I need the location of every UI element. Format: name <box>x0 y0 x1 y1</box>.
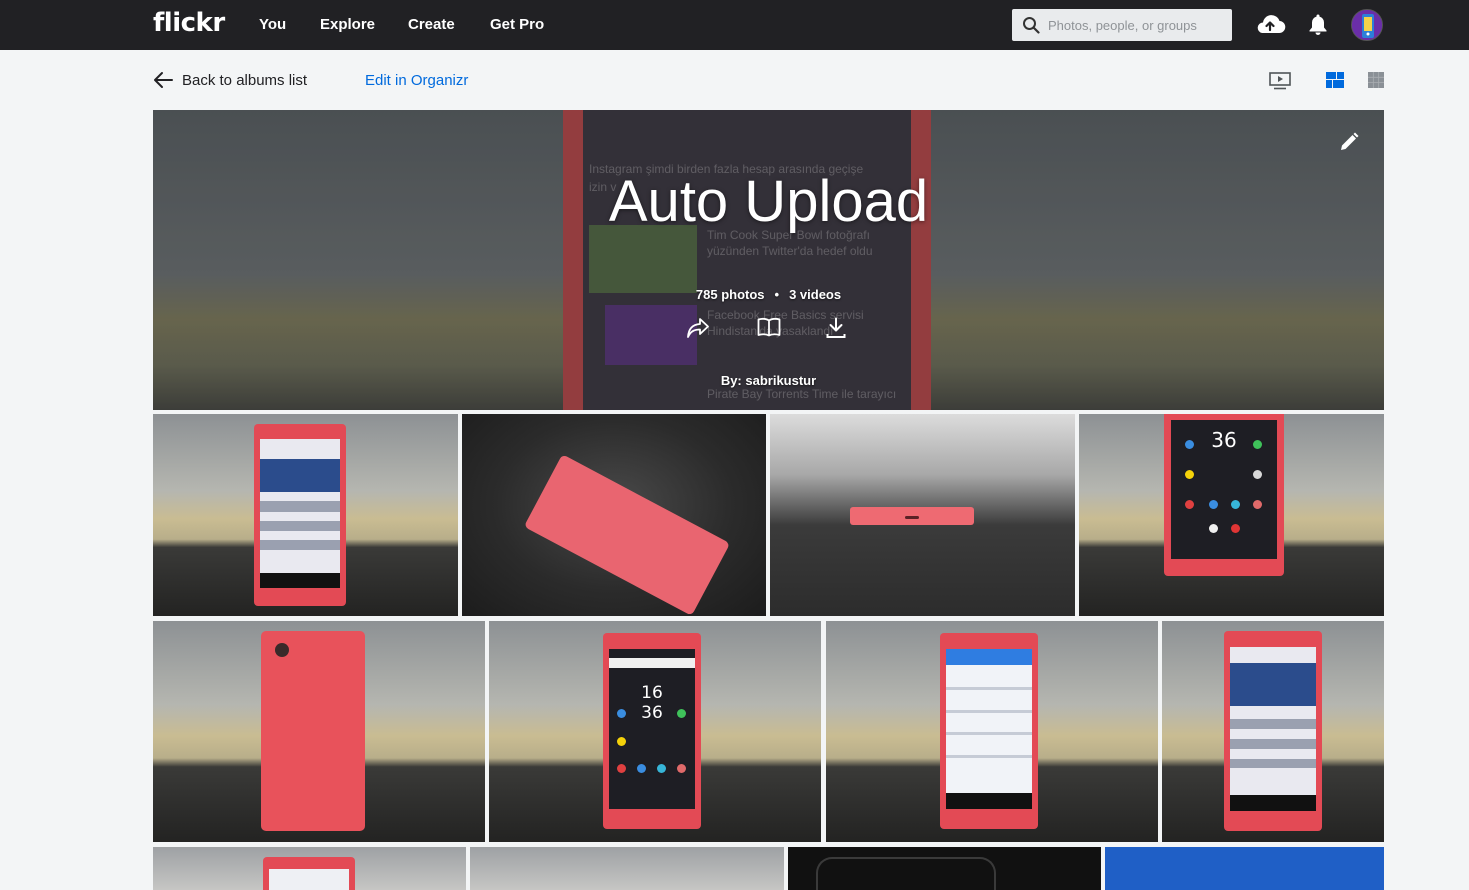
share-icon[interactable] <box>686 317 710 339</box>
video-count: 3 videos <box>789 287 842 302</box>
phone-shape <box>263 857 355 890</box>
grid-view-icon[interactable] <box>1368 72 1384 88</box>
photo-thumbnail[interactable]: 16 36 <box>489 621 821 842</box>
avatar-image-icon <box>1352 10 1382 40</box>
photo-thumbnail[interactable] <box>462 414 766 616</box>
book-icon[interactable] <box>757 317 781 337</box>
phone-shape <box>940 633 1038 829</box>
photo-thumbnail[interactable] <box>1105 847 1384 890</box>
stats-separator: • <box>774 287 780 302</box>
phone-shape <box>1224 631 1322 831</box>
photo-thumbnail[interactable] <box>470 847 784 890</box>
search-box <box>1012 9 1232 41</box>
photo-count: 785 photos <box>695 287 765 302</box>
nav-get-pro[interactable]: Get Pro <box>490 16 544 33</box>
back-to-albums-label: Back to albums list <box>182 71 308 89</box>
search-input[interactable] <box>1048 9 1228 41</box>
upload-cloud-icon[interactable] <box>1254 12 1286 36</box>
edit-in-organizr-link[interactable]: Edit in Organizr <box>365 72 468 89</box>
photo-thumbnail[interactable] <box>826 621 1158 842</box>
photo-thumbnail[interactable] <box>770 414 1075 616</box>
arrow-left-icon <box>154 72 173 88</box>
flickr-logo[interactable]: flickr <box>153 8 225 38</box>
top-navigation-bar: flickr You Explore Create Get Pro <box>0 0 1469 50</box>
album-title: Auto Upload <box>608 169 929 234</box>
phone-shape <box>523 454 731 616</box>
photo-thumbnail[interactable] <box>153 847 466 890</box>
notifications-bell-icon[interactable] <box>1308 13 1328 36</box>
download-icon[interactable] <box>826 317 846 339</box>
nav-create[interactable]: Create <box>408 16 455 33</box>
album-cover: Instagram şimdi birden fazla hesap arası… <box>153 110 1384 410</box>
phone-shape <box>254 424 346 606</box>
nav-explore[interactable]: Explore <box>320 16 375 33</box>
photo-thumbnail[interactable] <box>153 414 458 616</box>
phone-shape <box>261 631 365 831</box>
photo-thumbnail[interactable]: 36 <box>1079 414 1384 616</box>
back-to-albums-link[interactable]: Back to albums list <box>153 70 307 90</box>
phone-shape: 36 <box>1164 414 1284 576</box>
nav-you[interactable]: You <box>259 16 286 33</box>
slideshow-icon[interactable] <box>1269 72 1291 90</box>
phone-shape: 16 36 <box>603 633 701 829</box>
photo-thumbnail[interactable] <box>153 621 485 842</box>
pencil-edit-icon[interactable] <box>1339 132 1359 152</box>
user-avatar[interactable] <box>1351 9 1383 41</box>
album-owner[interactable]: By: sabrikustur <box>153 373 1384 388</box>
justified-view-icon[interactable] <box>1326 72 1344 88</box>
photo-thumbnail[interactable] <box>788 847 1101 890</box>
search-icon[interactable] <box>1022 16 1040 34</box>
album-stats: 785 photos • 3 videos <box>153 287 1384 302</box>
photo-thumbnail[interactable] <box>1162 621 1384 842</box>
